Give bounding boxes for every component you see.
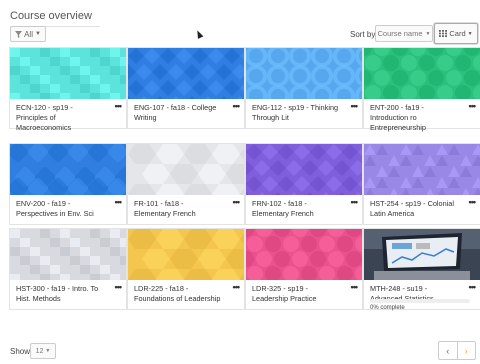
course-image[interactable] [10,229,126,280]
course-card[interactable]: HST-300 - fa19 - Intro. To Hist. Methods… [9,228,127,310]
course-image[interactable] [246,48,362,99]
chevron-right-icon[interactable]: › [456,342,476,359]
course-card[interactable]: ENG-107 - fa18 - College Writing ••• [127,47,245,129]
course-card[interactable]: ENT-200 - fa19 - Introduction ro Entrepr… [363,47,480,132]
course-card[interactable]: FR-101 - fa18 - Elementary French ••• [127,143,245,225]
more-menu-icon[interactable]: ••• [469,282,477,292]
more-menu-icon[interactable]: ••• [469,101,477,111]
course-card[interactable]: ECN-120 - sp19 - Principles of Macroecon… [9,47,127,132]
course-name[interactable]: FRN-102 - fa18 - Elementary French [252,199,340,219]
page-size-select[interactable]: 12 ▼ [30,343,56,359]
course-image[interactable] [128,229,244,280]
progress-bar [370,299,470,303]
course-card[interactable]: LDR-225 - fa18 - Foundations of Leadersh… [127,228,245,310]
more-menu-icon[interactable]: ••• [469,197,477,207]
course-name[interactable]: ECN-120 - sp19 - Principles of Macroecon… [16,103,104,133]
course-card[interactable]: HST-254 - sp19 - Colonial Latin America •… [363,143,480,225]
course-image[interactable] [364,229,480,280]
filter-dropdown[interactable]: All ▼ [10,26,46,42]
more-menu-icon[interactable]: ••• [233,197,241,207]
more-menu-icon[interactable]: ••• [351,101,359,111]
more-menu-icon[interactable]: ••• [115,197,123,207]
course-name[interactable]: ENT-200 - fa19 - Introduction ro Entrepr… [370,103,458,133]
course-image[interactable] [364,48,480,99]
course-name[interactable]: LDR-325 - sp19 - Leadership Practice [252,284,340,304]
course-image[interactable] [246,229,362,280]
page-title: Course overview [10,10,92,22]
course-card[interactable]: ENV-200 - fa19 - Perspectives in Env. Sc… [9,143,127,225]
view-mode-select[interactable]: Card ▼ [434,23,478,44]
course-name[interactable]: ENG-107 - fa18 - College Writing [134,103,222,123]
pagination: ‹ › [438,341,476,360]
course-image[interactable] [128,144,244,195]
course-image[interactable] [10,144,126,195]
course-image[interactable] [364,144,480,195]
course-name[interactable]: ENV-200 - fa19 - Perspectives in Env. Sc… [16,199,104,219]
sort-label: Sort by [350,30,376,39]
more-menu-icon[interactable]: ••• [115,101,123,111]
show-label: Show [10,347,31,356]
sort-value: Course name [377,29,423,38]
more-menu-icon[interactable]: ••• [233,282,241,292]
chevron-down-icon: ▼ [467,30,473,37]
course-name[interactable]: LDR-225 - fa18 - Foundations of Leadersh… [134,284,222,304]
progress-label: 0% complete [370,305,405,311]
course-name[interactable]: FR-101 - fa18 - Elementary French [134,199,222,219]
course-name[interactable]: HST-254 - sp19 - Colonial Latin America [370,199,458,219]
filter-label: All [24,29,33,39]
grid-icon [439,30,448,37]
more-menu-icon[interactable]: ••• [351,282,359,292]
chevron-down-icon: ▼ [425,30,431,37]
chevron-down-icon: ▼ [34,31,41,37]
filter-icon [15,30,23,38]
view-label: Card [449,29,466,38]
course-image[interactable] [128,48,244,99]
course-image[interactable] [246,144,362,195]
more-menu-icon[interactable]: ••• [115,282,123,292]
course-card[interactable]: MTH-248 - su19 - Advanced Statistics•••0… [363,228,480,311]
course-name[interactable]: ENG-112 - sp19 - Thinking Through Lit [252,103,340,123]
more-menu-icon[interactable]: ••• [233,101,241,111]
mouse-cursor-icon [194,29,204,39]
course-name[interactable]: HST-300 - fa19 - Intro. To Hist. Methods [16,284,104,304]
course-image[interactable] [10,48,126,99]
chevron-left-icon[interactable]: ‹ [439,342,457,359]
sort-select[interactable]: Course name ▼ [375,25,433,42]
course-card[interactable]: FRN-102 - fa18 - Elementary French ••• [245,143,363,225]
more-menu-icon[interactable]: ••• [351,197,359,207]
chevron-down-icon: ▼ [45,348,51,354]
course-card[interactable]: ENG-112 - sp19 - Thinking Through Lit ••• [245,47,363,129]
page-size-value: 12 [35,347,44,355]
course-card[interactable]: LDR-325 - sp19 - Leadership Practice ••• [245,228,363,310]
